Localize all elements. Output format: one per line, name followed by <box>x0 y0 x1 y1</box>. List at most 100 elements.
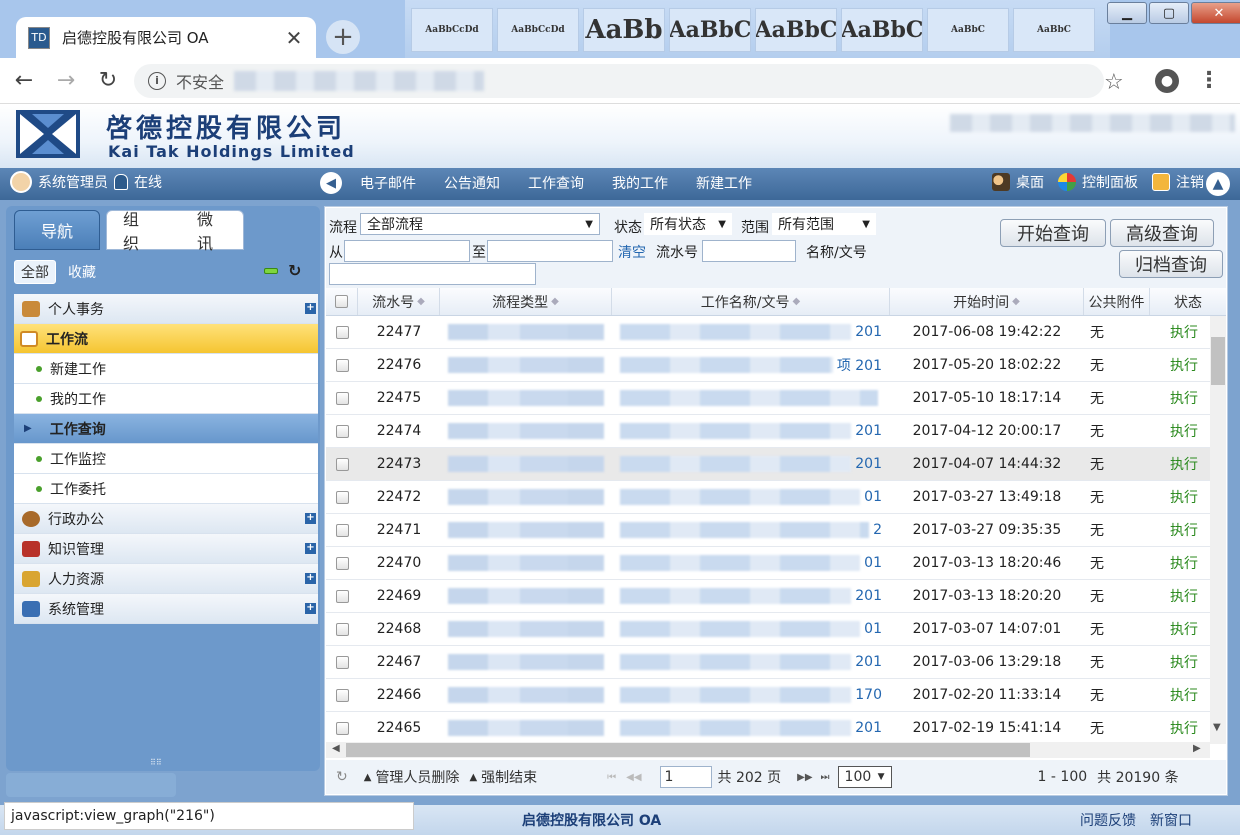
menu-work-query[interactable]: 工作查询 <box>528 173 584 193</box>
row-checkbox[interactable] <box>335 688 349 702</box>
status-cell[interactable]: 执行 <box>1150 613 1210 645</box>
filter-all-button[interactable]: 全部 <box>14 260 56 284</box>
header-flow-type[interactable]: 流程类型 ◆ <box>440 288 612 315</box>
archive-query-button[interactable]: 归档查询 <box>1119 250 1223 278</box>
logout-link[interactable]: 注销 <box>1176 172 1204 192</box>
vertical-scroll-thumb[interactable] <box>1211 337 1225 385</box>
resize-grip-icon[interactable]: ⠿⠿ <box>150 758 174 767</box>
date-from-input[interactable] <box>344 240 470 262</box>
prev-page-icon[interactable]: ◀◀ <box>626 772 641 783</box>
work-name-cell[interactable]: 201 <box>612 415 890 447</box>
work-name-cell[interactable]: 项 201 <box>612 349 890 381</box>
reload-icon[interactable]: ↻ <box>90 68 126 93</box>
online-status[interactable]: 在线 <box>134 172 162 192</box>
collapse-sidebar-icon[interactable]: ◀ <box>320 172 342 194</box>
first-page-icon[interactable]: ⏮ <box>607 772 616 783</box>
admin-delete-button[interactable]: 管理人员删除 <box>375 767 459 787</box>
table-row[interactable]: 22465 201 2017-02-19 15:41:14 无 执行 <box>326 712 1210 744</box>
table-row[interactable]: 22467 201 2017-03-06 13:29:18 无 执行 <box>326 646 1210 679</box>
header-work-name[interactable]: 工作名称/文号 ◆ <box>612 288 890 315</box>
minimize-window-button[interactable]: ▁ <box>1107 2 1147 24</box>
serial-input[interactable] <box>702 240 796 262</box>
status-cell[interactable]: 执行 <box>1150 382 1210 414</box>
page-size-select[interactable]: 100 ▼ <box>837 766 892 788</box>
status-cell[interactable]: 执行 <box>1150 415 1210 447</box>
work-name-cell[interactable]: 01 <box>612 481 890 513</box>
nav-personal[interactable]: 个人事务 + <box>14 294 318 324</box>
menu-new-work[interactable]: 新建工作 <box>696 173 752 193</box>
close-window-button[interactable]: ✕ <box>1191 2 1240 24</box>
nav-system[interactable]: 系统管理 + <box>14 594 318 624</box>
force-end-button[interactable]: 强制结束 <box>481 767 537 787</box>
url-field[interactable]: i 不安全 <box>134 63 1104 98</box>
advanced-query-button[interactable]: 高级查询 <box>1110 219 1214 247</box>
desktop-link[interactable]: 桌面 <box>1016 172 1044 192</box>
table-row[interactable]: 22477 201 2017-06-08 19:42:22 无 执行 <box>326 316 1210 349</box>
table-row[interactable]: 22469 201 2017-03-13 18:20:20 无 执行 <box>326 580 1210 613</box>
date-to-input[interactable] <box>487 240 613 262</box>
work-name-cell[interactable]: 01 <box>612 547 890 579</box>
row-checkbox[interactable] <box>335 655 349 669</box>
header-start-time[interactable]: 开始时间 ◆ <box>890 288 1084 315</box>
table-row[interactable]: 22473 201 2017-04-07 14:44:32 无 执行 <box>326 448 1210 481</box>
nav-my-work[interactable]: 我的工作 <box>14 384 318 414</box>
table-row[interactable]: 22475 2017-05-10 18:17:14 无 执行 <box>326 382 1210 415</box>
nav-workflow[interactable]: 工作流 <box>14 324 318 354</box>
expand-icon[interactable]: + <box>305 303 316 314</box>
bookmark-star-icon[interactable]: ☆ <box>1104 70 1124 95</box>
work-name-cell[interactable]: 201 <box>612 448 890 480</box>
nav-knowledge[interactable]: 知识管理 + <box>14 534 318 564</box>
work-name-cell[interactable]: 201 <box>612 580 890 612</box>
table-row[interactable]: 22471 2 2017-03-27 09:35:35 无 执行 <box>326 514 1210 547</box>
expand-icon[interactable]: + <box>305 573 316 584</box>
control-panel-link[interactable]: 控制面板 <box>1082 172 1138 192</box>
expand-icon[interactable]: + <box>305 543 316 554</box>
horizontal-scroll-thumb[interactable] <box>346 743 1030 757</box>
refresh-icon[interactable]: ↻ <box>288 261 301 280</box>
menu-email[interactable]: 电子邮件 <box>360 173 416 193</box>
work-name-cell[interactable]: 201 <box>612 712 890 744</box>
select-all-checkbox[interactable] <box>335 295 348 308</box>
status-cell[interactable]: 执行 <box>1150 679 1210 711</box>
work-name-cell[interactable] <box>612 382 890 414</box>
table-row[interactable]: 22470 01 2017-03-13 18:20:46 无 执行 <box>326 547 1210 580</box>
status-cell[interactable]: 执行 <box>1150 514 1210 546</box>
row-checkbox[interactable] <box>335 721 349 735</box>
flow-select[interactable]: 全部流程 ▼ <box>360 213 600 235</box>
feedback-link[interactable]: 问题反馈 <box>1080 810 1136 830</box>
account-icon[interactable]: ● <box>1155 69 1179 93</box>
collapse-all-icon[interactable] <box>264 268 278 274</box>
status-cell[interactable]: 执行 <box>1150 448 1210 480</box>
filter-favorites-button[interactable]: 收藏 <box>68 262 96 282</box>
table-row[interactable]: 22474 201 2017-04-12 20:00:17 无 执行 <box>326 415 1210 448</box>
forward-icon[interactable]: → <box>48 68 84 93</box>
maximize-window-button[interactable]: ▢ <box>1149 2 1189 24</box>
menu-notice[interactable]: 公告通知 <box>444 173 500 193</box>
new-window-link[interactable]: 新窗口 <box>1150 810 1192 830</box>
row-checkbox[interactable] <box>335 523 349 537</box>
user-name[interactable]: 系统管理员 <box>38 172 108 192</box>
nav-work-monitor[interactable]: 工作监控 <box>14 444 318 474</box>
status-select[interactable]: 所有状态 ▼ <box>644 213 732 235</box>
browser-menu-icon[interactable]: ⋮ <box>1198 68 1220 93</box>
status-cell[interactable]: 执行 <box>1150 712 1210 744</box>
next-page-icon[interactable]: ▶▶ <box>797 772 812 783</box>
tab-navigation[interactable]: 导航 <box>14 210 100 250</box>
work-name-cell[interactable]: 201 <box>612 646 890 678</box>
new-tab-button[interactable]: + <box>326 20 360 54</box>
status-cell[interactable]: 执行 <box>1150 580 1210 612</box>
row-checkbox[interactable] <box>335 556 349 570</box>
clear-dates-link[interactable]: 清空 <box>618 242 646 262</box>
work-name-cell[interactable]: 2 <box>612 514 890 546</box>
row-checkbox[interactable] <box>335 589 349 603</box>
expand-icon[interactable]: + <box>305 513 316 524</box>
nav-admin-office[interactable]: 行政办公 + <box>14 504 318 534</box>
nav-work-query[interactable]: ▶ 工作查询 <box>14 414 318 444</box>
header-status[interactable]: 状态 <box>1150 288 1226 315</box>
scroll-down-icon[interactable]: ▼ <box>1213 722 1221 733</box>
row-checkbox[interactable] <box>335 391 349 405</box>
status-cell[interactable]: 执行 <box>1150 316 1210 348</box>
row-checkbox[interactable] <box>335 622 349 636</box>
tab-organization[interactable]: 组织 <box>123 206 153 254</box>
expand-icon[interactable]: + <box>305 603 316 614</box>
